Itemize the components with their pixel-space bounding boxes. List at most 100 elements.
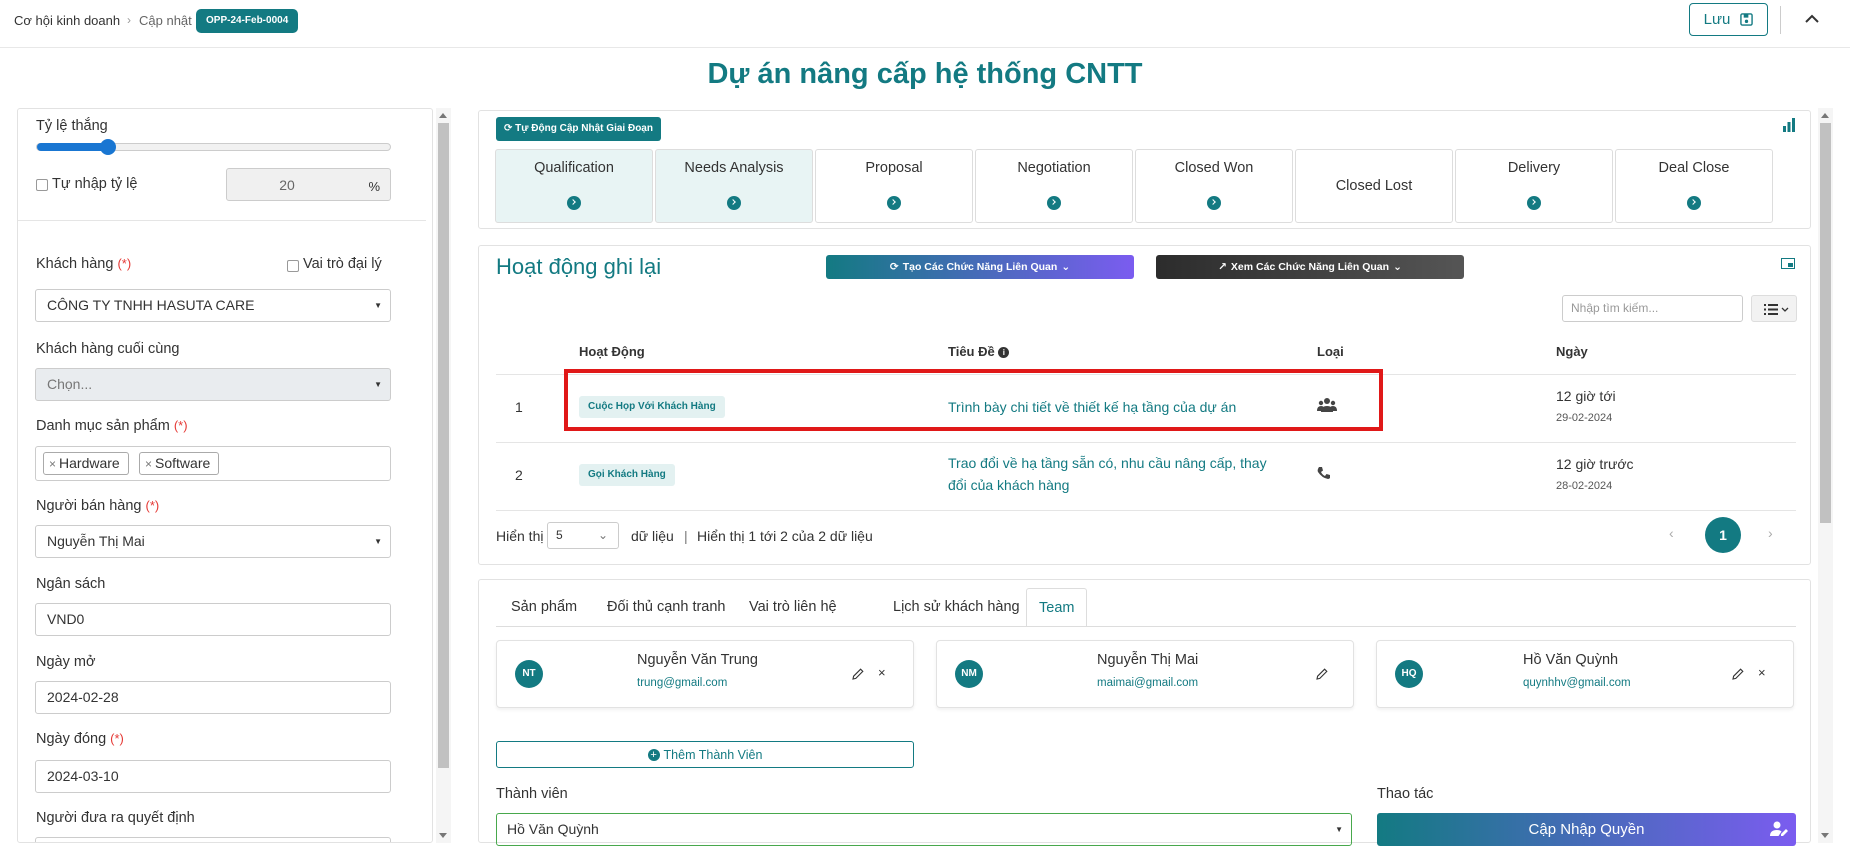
member-email[interactable]: trung@gmail.com xyxy=(637,677,727,689)
chevron-right-circle-icon[interactable] xyxy=(1207,196,1221,210)
column-header-type[interactable]: Loại xyxy=(1317,344,1344,359)
column-header-title[interactable]: Tiêu Đề i xyxy=(948,344,1010,359)
create-related-functions-button[interactable]: ⟳ Tạo Các Chức Năng Liên Quan ⌄ xyxy=(826,255,1134,279)
chevron-right-circle-icon[interactable] xyxy=(727,196,741,210)
stage-closed-won[interactable]: Closed Won xyxy=(1135,149,1293,223)
pencil-icon[interactable] xyxy=(1732,668,1744,680)
tab-2[interactable]: Đối thủ cạnh tranh xyxy=(595,588,738,627)
column-header-activity[interactable]: Hoạt Động xyxy=(579,344,645,359)
win-rate-slider[interactable] xyxy=(36,139,391,155)
member-label: Thành viên xyxy=(496,786,568,802)
open-date-input[interactable]: 2024-02-28 xyxy=(35,681,391,714)
customer-value: CÔNG TY TNHH HASUTA CARE xyxy=(47,297,255,313)
close-date-input[interactable]: 2024-03-10 xyxy=(35,760,391,793)
product-category-input[interactable]: × Hardware × Software xyxy=(35,446,391,481)
add-member-button[interactable]: + Thêm Thành Viên xyxy=(496,741,914,768)
main-scrollbar[interactable] xyxy=(1818,108,1833,843)
decision-maker-label: Người đưa ra quyết định xyxy=(36,810,195,826)
stage-name: Closed Won xyxy=(1174,160,1254,176)
list-icon xyxy=(1764,304,1789,315)
member-name: Hồ Văn Quỳnh xyxy=(1523,652,1619,668)
product-tag[interactable]: × Software xyxy=(139,452,220,475)
end-customer-select[interactable]: Chọn... ▼ xyxy=(35,368,391,401)
list-view-button[interactable] xyxy=(1751,295,1797,322)
table-divider xyxy=(496,510,1796,511)
update-permission-button[interactable]: Cập Nhập Quyền xyxy=(1377,813,1796,846)
stage-deal-close[interactable]: Deal Close xyxy=(1615,149,1773,223)
win-rate-slider-fill xyxy=(37,143,108,151)
member-email[interactable]: quynhhv@gmail.com xyxy=(1523,677,1631,689)
chevron-up-icon[interactable] xyxy=(1800,8,1824,32)
scroll-up-icon[interactable] xyxy=(1821,113,1829,118)
chevron-right-circle-icon[interactable] xyxy=(1527,196,1541,210)
page-button-current[interactable]: 1 xyxy=(1705,517,1741,553)
page-size-select[interactable]: 5 ⌄ xyxy=(547,522,619,549)
manual-rate-checkbox[interactable] xyxy=(36,179,48,191)
scrollbar-thumb[interactable] xyxy=(438,123,449,768)
bar-chart-icon[interactable] xyxy=(1782,118,1796,132)
customer-select[interactable]: CÔNG TY TNHH HASUTA CARE ▼ xyxy=(35,289,391,322)
chevron-right-circle-icon[interactable] xyxy=(887,196,901,210)
product-tag[interactable]: × Hardware xyxy=(43,452,129,475)
scroll-down-icon[interactable] xyxy=(439,833,447,838)
product-category-label: Danh mục sản phẩm (*) xyxy=(36,418,188,434)
stage-negotiation[interactable]: Negotiation xyxy=(975,149,1133,223)
opportunity-form-panel: Tỷ lệ thắng Tự nhập tỷ lệ 20 % Khách hàn… xyxy=(17,108,433,843)
win-rate-slider-handle[interactable] xyxy=(99,139,116,155)
scroll-up-icon[interactable] xyxy=(439,113,447,118)
chevron-down-icon: ⌄ xyxy=(597,528,608,542)
end-customer-label: Khách hàng cuối cùng xyxy=(36,341,180,357)
stage-delivery[interactable]: Delivery xyxy=(1455,149,1613,223)
scroll-down-icon[interactable] xyxy=(1821,833,1829,838)
remove-member-icon[interactable]: × xyxy=(1758,665,1766,680)
tab-1[interactable]: Sản phẩm xyxy=(499,588,589,627)
view-related-functions-button[interactable]: ↗ Xem Các Chức Năng Liên Quan ⌄ xyxy=(1156,255,1464,279)
member-select[interactable]: Hồ Văn Quỳnh ▼ xyxy=(496,813,1352,846)
scrollbar-thumb[interactable] xyxy=(1820,123,1831,523)
agent-role-checkbox[interactable] xyxy=(287,260,299,272)
chevron-right-circle-icon[interactable] xyxy=(1687,196,1701,210)
avatar: HQ xyxy=(1395,660,1423,688)
activity-search-input[interactable]: Nhập tìm kiếm... xyxy=(1562,295,1743,322)
activity-type-pill[interactable]: Gọi Khách Hàng xyxy=(579,464,675,486)
manual-rate-input[interactable]: 20 % xyxy=(226,168,391,201)
phone-icon xyxy=(1317,467,1330,479)
save-button[interactable]: Lưu xyxy=(1689,3,1768,36)
budget-input[interactable]: VND0 xyxy=(35,603,391,636)
caret-down-icon: ▼ xyxy=(374,301,382,310)
member-name: Nguyễn Thị Mai xyxy=(1097,652,1199,668)
stage-proposal[interactable]: Proposal xyxy=(815,149,973,223)
rate-unit: % xyxy=(368,179,380,194)
window-layout-icon[interactable] xyxy=(1781,258,1795,269)
member-name: Nguyễn Văn Trung xyxy=(637,652,758,668)
tag-remove-icon[interactable]: × xyxy=(49,457,56,471)
member-email[interactable]: maimai@gmail.com xyxy=(1097,677,1198,689)
activity-title-link-continued[interactable]: đổi của khách hàng xyxy=(948,477,1069,493)
auto-update-stage-button[interactable]: ⟳ Tự Động Cập Nhật Giai Đoạn xyxy=(496,117,661,141)
column-header-date[interactable]: Ngày xyxy=(1556,344,1588,359)
tab-4[interactable]: Lịch sử khách hàng xyxy=(881,588,1032,627)
remove-member-icon[interactable]: × xyxy=(878,665,886,680)
seller-select[interactable]: Nguyễn Thị Mai ▼ xyxy=(35,525,391,558)
tab-3[interactable]: Vai trò liên hệ xyxy=(737,588,849,627)
stage-qualification[interactable]: Qualification xyxy=(495,149,653,223)
stage-name: Qualification xyxy=(534,160,614,176)
activity-date: 29-02-2024 xyxy=(1556,412,1613,424)
next-page-button[interactable]: › xyxy=(1768,525,1773,541)
records-label: dữ liệu xyxy=(631,528,674,544)
breadcrumb-root[interactable]: Cơ hội kinh doanh xyxy=(14,13,120,28)
chevron-right-circle-icon[interactable] xyxy=(1047,196,1061,210)
action-label: Thao tác xyxy=(1377,786,1434,802)
decision-maker-input[interactable] xyxy=(35,837,391,842)
tab-5[interactable]: Team xyxy=(1026,588,1088,627)
chevron-right-circle-icon[interactable] xyxy=(567,196,581,210)
prev-page-button[interactable]: ‹ xyxy=(1669,525,1674,541)
pencil-icon[interactable] xyxy=(1316,668,1328,680)
activity-title-link[interactable]: Trao đổi về hạ tầng sẵn có, nhu cầu nâng… xyxy=(948,455,1267,471)
pencil-icon[interactable] xyxy=(852,668,864,680)
stage-closed-lost[interactable]: Closed Lost xyxy=(1295,149,1453,223)
tag-remove-icon[interactable]: × xyxy=(145,457,152,471)
plus-circle-icon: + xyxy=(647,748,660,761)
left-panel-scrollbar[interactable] xyxy=(436,108,451,843)
stage-needs-analysis[interactable]: Needs Analysis xyxy=(655,149,813,223)
